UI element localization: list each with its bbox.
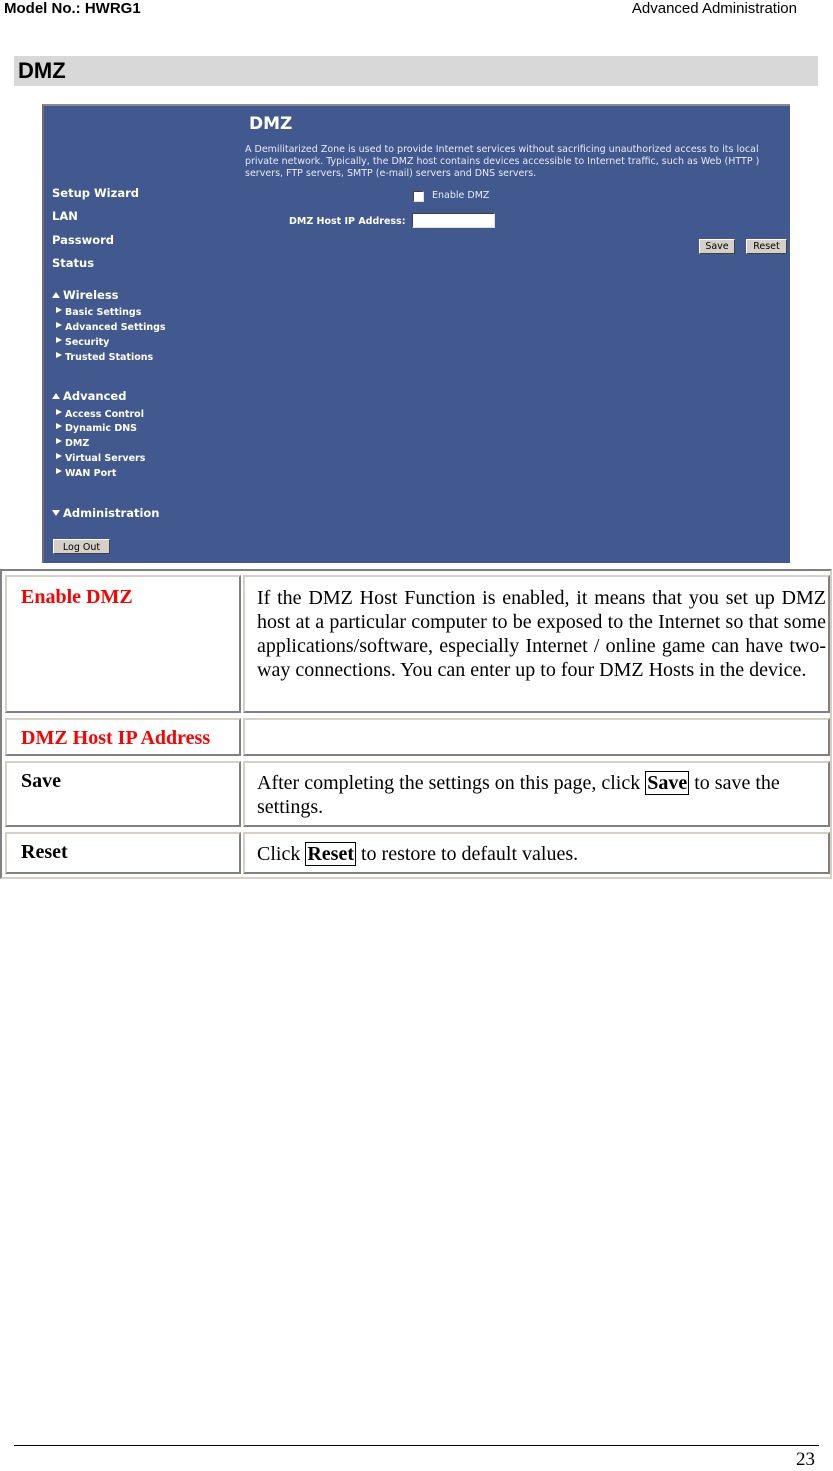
page-header-chapter: Advanced Administration: [631, 0, 797, 17]
arrow-right-icon: [56, 322, 62, 328]
table-definition-cell: After completing the settings on this pa…: [243, 761, 830, 827]
nav-group-label: Wireless: [63, 288, 119, 302]
nav-group-label: Advanced: [63, 389, 127, 403]
nav-group-administration[interactable]: Administration: [52, 506, 160, 520]
arrow-right-icon: [56, 337, 62, 343]
section-title: DMZ: [18, 58, 66, 83]
arrow-right-icon: [56, 352, 62, 358]
screenshot-page-title: DMZ: [249, 114, 293, 134]
term-save: Save: [21, 770, 61, 792]
page-header-model: Model No.: HWRG1: [4, 0, 141, 17]
nav-advanced-settings[interactable]: Advanced Settings: [56, 322, 166, 333]
nav-item-label: Virtual Servers: [65, 453, 146, 464]
table-term-cell: Reset: [5, 832, 241, 874]
nav-virtual-servers[interactable]: Virtual Servers: [56, 453, 145, 464]
nav-basic-settings[interactable]: Basic Settings: [56, 307, 141, 318]
table-definition-cell: [243, 718, 830, 756]
reset-button[interactable]: Reset: [746, 239, 787, 254]
term-dmz-host-ip: DMZ Host IP Address: [21, 727, 211, 749]
arrow-right-icon: [56, 423, 62, 429]
definition-save: After completing the settings on this pa…: [257, 771, 828, 819]
arrow-right-icon: [56, 438, 62, 444]
nav-setup-wizard[interactable]: Setup Wizard: [52, 186, 139, 200]
nav-item-label: Access Control: [65, 409, 144, 420]
nav-group-label: Administration: [63, 506, 160, 520]
nav-dmz[interactable]: DMZ: [56, 438, 89, 449]
expand-up-icon: [52, 393, 60, 399]
nav-trusted-stations[interactable]: Trusted Stations: [56, 352, 153, 363]
router-ui-screenshot: DMZ A Demilitarized Zone is used to prov…: [42, 104, 790, 563]
nav-item-label: Basic Settings: [65, 307, 142, 318]
table-term-cell: Enable DMZ: [5, 575, 241, 713]
nav-item-label: WAN Port: [65, 468, 117, 479]
table-term-cell: DMZ Host IP Address: [5, 718, 241, 756]
term-enable-dmz: Enable DMZ: [21, 586, 133, 608]
nav-item-label: DMZ: [65, 438, 90, 449]
enable-dmz-label: Enable DMZ: [432, 190, 490, 201]
save-key-reference: Save: [645, 771, 690, 795]
table-definition-cell: If the DMZ Host Function is enabled, it …: [243, 575, 830, 713]
definition-reset: Click Reset to restore to default values…: [257, 842, 828, 866]
nav-status[interactable]: Status: [52, 256, 94, 270]
nav-group-wireless[interactable]: Wireless: [52, 288, 119, 302]
nav-wan-port[interactable]: WAN Port: [56, 468, 116, 479]
definition-text: to restore to default values.: [355, 843, 579, 865]
nav-password[interactable]: Password: [52, 233, 114, 247]
table-definition-cell: Click Reset to restore to default values…: [243, 832, 830, 874]
table-term-cell: Save: [5, 761, 241, 827]
definition-text: After completing the settings on this pa…: [257, 772, 646, 794]
nav-item-label: Trusted Stations: [65, 352, 154, 363]
arrow-right-icon: [56, 409, 62, 415]
screenshot-description: A Demilitarized Zone is used to provide …: [245, 144, 760, 179]
section-heading-bar: DMZ: [14, 56, 818, 86]
nav-item-label: Advanced Settings: [65, 322, 166, 333]
settings-description-table: Enable DMZ If the DMZ Host Function is e…: [0, 569, 832, 879]
reset-key-reference: Reset: [305, 842, 356, 866]
collapse-down-icon: [52, 510, 60, 516]
definition-enable-dmz: If the DMZ Host Function is enabled, it …: [257, 587, 826, 681]
nav-security[interactable]: Security: [56, 337, 109, 348]
dmz-host-ip-label: DMZ Host IP Address:: [289, 216, 406, 227]
nav-group-advanced[interactable]: Advanced: [52, 389, 126, 403]
arrow-right-icon: [56, 307, 62, 313]
footer-divider: [14, 1445, 819, 1446]
term-reset: Reset: [21, 841, 68, 863]
nav-access-control[interactable]: Access Control: [56, 409, 144, 420]
expand-up-icon: [52, 292, 60, 298]
nav-dynamic-dns[interactable]: Dynamic DNS: [56, 423, 137, 434]
save-button[interactable]: Save: [699, 239, 735, 254]
arrow-right-icon: [56, 468, 62, 474]
definition-text: Click: [257, 843, 306, 865]
arrow-right-icon: [56, 453, 62, 459]
dmz-host-ip-input[interactable]: [412, 213, 495, 228]
nav-item-label: Dynamic DNS: [65, 423, 138, 434]
nav-item-label: Security: [65, 337, 110, 348]
logout-button[interactable]: Log Out: [53, 539, 110, 554]
nav-lan[interactable]: LAN: [52, 209, 78, 223]
enable-dmz-checkbox[interactable]: [413, 191, 424, 202]
